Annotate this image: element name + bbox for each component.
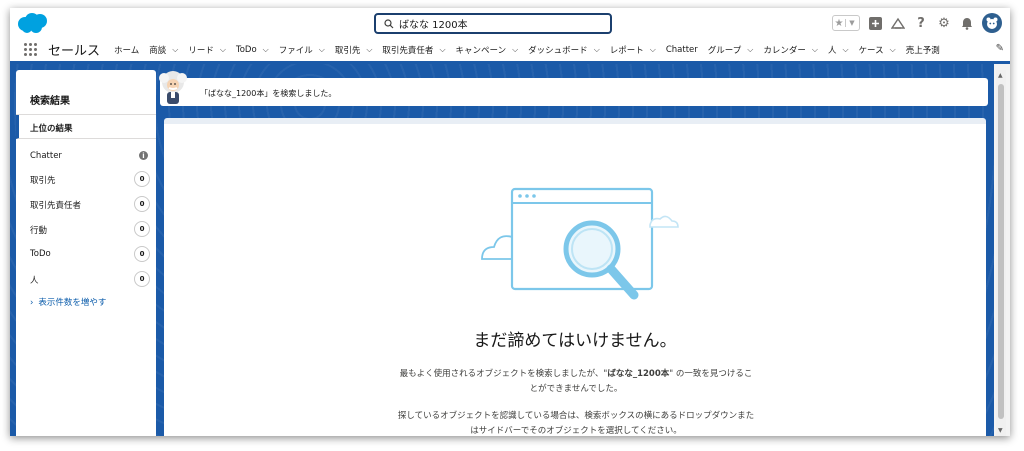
nav-item[interactable]: ダッシュボード ⌵	[528, 44, 600, 56]
nav-item[interactable]: 取引先責任者 ⌵	[382, 44, 445, 56]
no-results-illustration	[481, 187, 679, 300]
chevron-down-icon[interactable]: ⌵	[747, 45, 753, 55]
chevron-down-icon[interactable]: ▼	[845, 19, 858, 27]
empty-headline: まだ諦めてはいけません。	[473, 331, 677, 351]
count-badge: 0	[134, 271, 150, 287]
chevron-down-icon[interactable]: ⌵	[512, 45, 518, 55]
scrollbar-thumb[interactable]	[998, 84, 1004, 419]
sidebar-item[interactable]: 行動 0	[30, 221, 150, 239]
global-search[interactable]	[374, 13, 612, 34]
empty-description: 最もよく使用されるオブジェクトを検索しましたが、"ばなな_1200本" の一致を…	[399, 369, 753, 394]
nav-item[interactable]: Chatter	[666, 45, 698, 55]
global-actions-icon[interactable]	[867, 15, 883, 31]
gear-icon[interactable]: ⚙	[936, 15, 952, 31]
nav-items: ホーム 商談 ⌵ リード ⌵ ToDo ⌵ ファイル ⌵ 取引先 ⌵ 取引先責任者 ⌵ キャンペーン ⌵ ダッ…	[114, 44, 950, 56]
nav-item[interactable]: 取引先 ⌵	[335, 44, 373, 56]
search-term: ばなな_1200本	[607, 369, 670, 379]
count-badge: 0	[134, 171, 150, 187]
chevron-down-icon[interactable]: ⌵	[842, 45, 848, 55]
show-more-link[interactable]: › 表示件数を増やす	[30, 296, 106, 308]
sidebar-item-label: 取引先責任者	[30, 201, 82, 211]
search-banner-text: 「ばなな_1200本」を検索しました。	[200, 89, 337, 98]
chevron-right-icon: ›	[30, 298, 34, 308]
nav-item[interactable]: ToDo ⌵	[236, 45, 269, 55]
chevron-down-icon[interactable]: ⌵	[890, 45, 896, 55]
star-icon: ★	[834, 17, 844, 29]
count-badge: 0	[134, 246, 150, 262]
count-badge: 0	[134, 221, 150, 237]
sidebar-title: 検索結果	[30, 96, 70, 107]
sidebar-item-label: ToDo	[30, 249, 51, 259]
nav-item[interactable]: ファイル ⌵	[279, 44, 325, 56]
sidebar-item-label: 人	[30, 276, 39, 286]
chevron-down-icon[interactable]: ⌵	[812, 45, 818, 55]
nav-item[interactable]: キャンペーン ⌵	[456, 44, 519, 56]
einstein-mascot-icon	[159, 71, 187, 104]
chevron-down-icon[interactable]: ⌵	[263, 45, 269, 55]
sidebar-item[interactable]: ToDo 0	[30, 246, 150, 264]
salesforce-logo[interactable]	[16, 11, 50, 35]
chevron-down-icon[interactable]: ⌵	[594, 45, 600, 55]
nav-item[interactable]: リード ⌵	[188, 44, 226, 56]
nav-item[interactable]: 商談 ⌵	[149, 44, 178, 56]
empty-hint: 探しているオブジェクトを認識している場合は、検索ボックスの横にあるドロップダウン…	[397, 411, 755, 436]
nav-item[interactable]: グループ ⌵	[708, 44, 754, 56]
sidebar-item[interactable]: 取引先 0	[30, 171, 150, 189]
app-launcher-icon[interactable]	[24, 42, 38, 57]
favorites-button[interactable]: ★ ▼	[832, 15, 860, 31]
search-results-sidebar: 検索結果 上位の結果 Chatter i 取引先 0 取引先責任者 0 行動 0 ToDo 0 人 0…	[16, 70, 156, 436]
search-banner: 「ばなな_1200本」を検索しました。	[159, 71, 988, 106]
help-icon[interactable]: ?	[913, 15, 929, 31]
global-header: ★ ▼ ? ⚙	[10, 8, 1010, 38]
sidebar-item[interactable]: Chatter i	[30, 148, 150, 166]
chevron-down-icon[interactable]: ⌵	[220, 45, 226, 55]
sidebar-item-top-results[interactable]: 上位の結果	[16, 115, 156, 139]
nav-item[interactable]: レポート ⌵	[610, 44, 656, 56]
info-icon: i	[139, 151, 148, 160]
search-icon	[384, 18, 394, 28]
header-utilities: ★ ▼ ? ⚙	[832, 12, 1002, 34]
chevron-down-icon[interactable]: ⌵	[319, 45, 325, 55]
user-avatar[interactable]	[982, 13, 1002, 33]
app-window: ★ ▼ ? ⚙ セールス ホーム商談⌵リード⌵ToDo⌵ファイル⌵取引先⌵取引先…	[10, 8, 1010, 436]
nav-item[interactable]: 人 ⌵	[828, 44, 849, 56]
sidebar-item-label: Chatter	[30, 151, 62, 161]
sidebar-item[interactable]: 人0	[30, 271, 150, 289]
chevron-down-icon[interactable]: ⌵	[650, 45, 656, 55]
app-name: セールス	[48, 44, 101, 59]
chevron-down-icon[interactable]: ⌵	[172, 45, 178, 55]
notification-bell-icon[interactable]	[959, 15, 975, 31]
sidebar-item-label: 取引先	[30, 176, 56, 186]
search-input[interactable]	[399, 16, 599, 31]
nav-item[interactable]: カレンダー ⌵	[763, 44, 818, 56]
nav-item[interactable]: ケース ⌵	[859, 44, 896, 56]
count-badge: 0	[134, 196, 150, 212]
scroll-up-icon[interactable]: ▲	[998, 72, 1003, 79]
sidebar-item[interactable]: 取引先責任者 0	[30, 196, 150, 214]
chevron-down-icon[interactable]: ⌵	[366, 45, 372, 55]
trailhead-icon[interactable]	[890, 15, 906, 31]
scroll-down-icon[interactable]: ▼	[998, 427, 1003, 434]
nav-item[interactable]: ホーム	[114, 44, 139, 56]
sidebar-item-label: 行動	[30, 226, 48, 236]
page-scrollbar[interactable]: ▲ ▼	[996, 70, 1006, 436]
sidebar-item-label: 上位の結果	[30, 124, 73, 134]
nav-item[interactable]: 売上予測	[906, 44, 940, 56]
app-navigation: セールス ホーム 商談 ⌵ リード ⌵ ToDo ⌵ ファイル ⌵ 取引先 ⌵ 取引先責任者 ⌵ キャンペ…	[10, 38, 1010, 64]
chevron-down-icon[interactable]: ⌵	[439, 45, 445, 55]
edit-nav-pencil-icon[interactable]: ✎	[996, 43, 1004, 54]
empty-results-card: まだ諦めてはいけません。 最もよく使用されるオブジェクトを検索しましたが、"ばな…	[164, 118, 986, 436]
